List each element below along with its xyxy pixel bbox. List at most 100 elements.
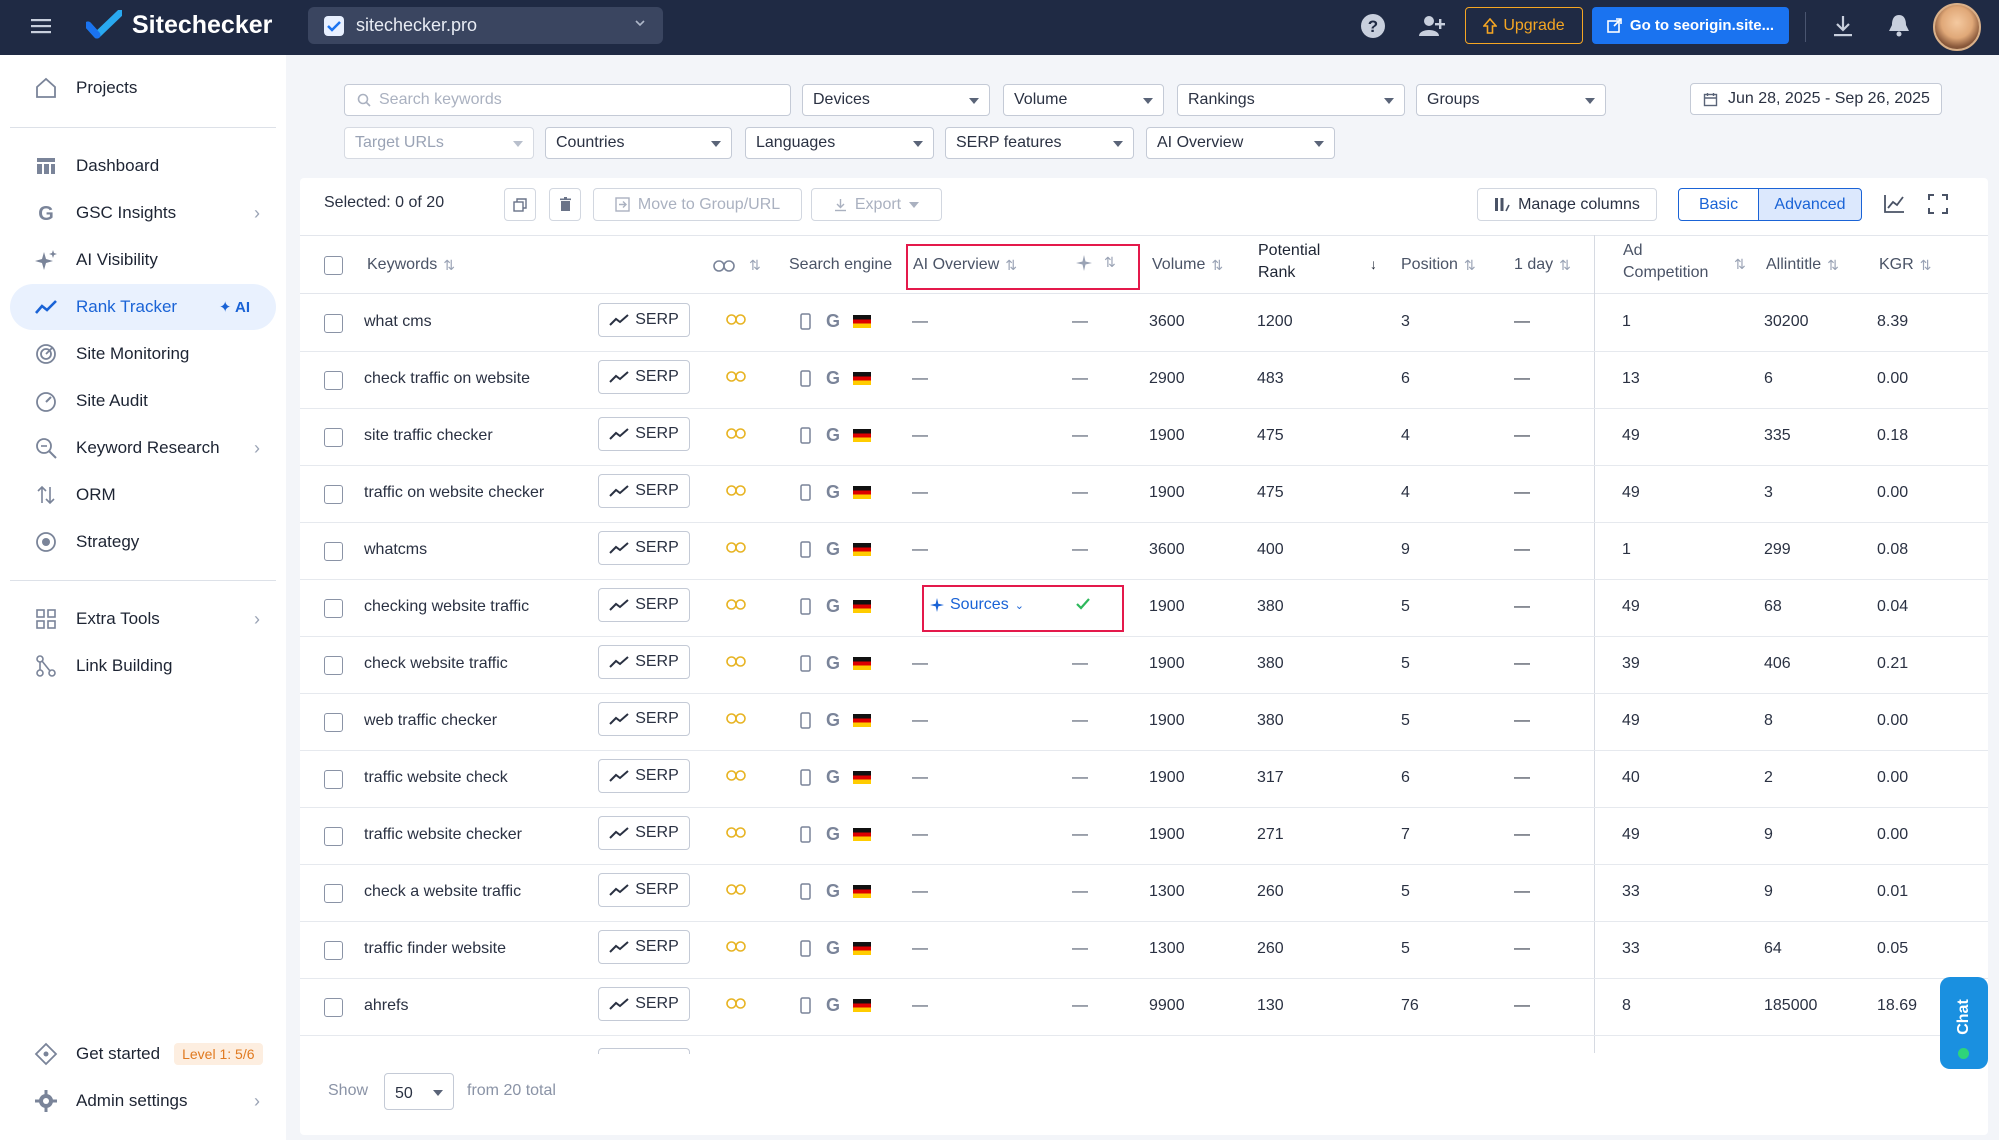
link-icon[interactable] [726, 827, 746, 838]
link-icon[interactable] [726, 314, 746, 325]
keyword-cell[interactable]: traffic website checker [364, 826, 522, 844]
keyword-cell[interactable]: check a website traffic [364, 883, 521, 901]
devices-filter[interactable]: Devices [802, 84, 990, 116]
bell-icon[interactable] [1886, 13, 1914, 41]
keyword-cell[interactable]: traffic finder website [364, 940, 506, 958]
column-link[interactable]: ⇅ [713, 257, 761, 274]
keyword-cell[interactable]: whatcms [364, 541, 427, 559]
copy-button[interactable] [504, 188, 536, 221]
link-icon[interactable] [726, 998, 746, 1009]
sidebar-item-extra-tools[interactable]: Extra Tools › [10, 596, 276, 642]
sidebar-item-orm[interactable]: ORM [10, 472, 276, 518]
serp-button[interactable]: SERP [598, 360, 690, 394]
avatar[interactable] [1933, 3, 1981, 51]
ai-overview-filter[interactable]: AI Overview [1146, 127, 1335, 159]
row-checkbox[interactable] [324, 998, 343, 1017]
column-position[interactable]: Position ⇅ [1401, 256, 1476, 274]
keyword-cell[interactable]: traffic on website checker [364, 484, 544, 502]
row-checkbox[interactable] [324, 941, 343, 960]
sidebar-item-get-started[interactable]: Get started Level 1: 5/6 [10, 1031, 276, 1077]
link-icon[interactable] [726, 656, 746, 667]
keyword-cell[interactable]: what cms [364, 313, 432, 331]
column-volume[interactable]: Volume ⇅ [1152, 256, 1223, 274]
sidebar-item-keyword-research[interactable]: Keyword Research › [10, 425, 276, 471]
fullscreen-icon[interactable] [1928, 194, 1948, 214]
column-ad-competition[interactable]: Ad Competition [1623, 242, 1708, 282]
download-icon[interactable] [1830, 13, 1858, 41]
help-icon[interactable]: ? [1360, 13, 1388, 41]
serp-button[interactable]: SERP [598, 588, 690, 622]
basic-toggle[interactable]: Basic [1678, 188, 1759, 221]
serp-button[interactable]: SERP [598, 474, 690, 508]
rankings-filter[interactable]: Rankings [1177, 84, 1405, 116]
sidebar-item-dashboard[interactable]: Dashboard [10, 143, 276, 189]
link-icon[interactable] [726, 542, 746, 553]
sidebar-item-projects[interactable]: Projects [10, 65, 276, 111]
link-icon[interactable] [726, 485, 746, 496]
logo[interactable]: Sitechecker [86, 10, 272, 40]
row-checkbox[interactable] [324, 314, 343, 333]
go-to-site-button[interactable]: Go to seorigin.site... [1592, 7, 1789, 44]
row-checkbox[interactable] [324, 599, 343, 618]
manage-columns-button[interactable]: Manage columns [1477, 188, 1657, 221]
link-icon[interactable] [726, 884, 746, 895]
countries-filter[interactable]: Countries [545, 127, 732, 159]
sidebar-item-site-audit[interactable]: Site Audit [10, 378, 276, 424]
row-checkbox[interactable] [324, 770, 343, 789]
sidebar-item-site-monitoring[interactable]: Site Monitoring [10, 331, 276, 377]
move-to-group-button[interactable]: Move to Group/URL [593, 188, 802, 221]
row-checkbox[interactable] [324, 656, 343, 675]
keyword-cell[interactable]: ahrefs [364, 997, 408, 1015]
serp-button[interactable]: SERP [598, 930, 690, 964]
link-icon[interactable] [726, 371, 746, 382]
serp-button[interactable]: SERP [598, 816, 690, 850]
keyword-cell[interactable]: site traffic checker [364, 427, 493, 445]
advanced-toggle[interactable]: Advanced [1758, 188, 1862, 221]
link-icon[interactable] [726, 599, 746, 610]
sidebar-item-link-building[interactable]: Link Building [10, 643, 276, 689]
link-icon[interactable] [726, 770, 746, 781]
sidebar-item-ai-visibility[interactable]: AI Visibility [10, 237, 276, 283]
row-checkbox[interactable] [324, 884, 343, 903]
row-checkbox[interactable] [324, 428, 343, 447]
keyword-cell[interactable]: checking website traffic [364, 598, 529, 616]
export-button[interactable]: Export [811, 188, 942, 221]
sidebar-item-strategy[interactable]: Strategy [10, 519, 276, 565]
sort-desc-icon[interactable]: ↓ [1370, 256, 1377, 272]
serp-button[interactable]: SERP [598, 417, 690, 451]
groups-filter[interactable]: Groups [1416, 84, 1606, 116]
sidebar-item-admin-settings[interactable]: Admin settings › [10, 1078, 276, 1124]
column-kgr[interactable]: KGR ⇅ [1879, 256, 1931, 274]
column-allintitle[interactable]: Allintitle ⇅ [1766, 256, 1839, 274]
serp-features-filter[interactable]: SERP features [945, 127, 1134, 159]
keyword-cell[interactable]: check traffic on website [364, 370, 530, 388]
row-checkbox[interactable] [324, 542, 343, 561]
serp-button[interactable]: SERP [598, 531, 690, 565]
serp-button[interactable]: SERP [598, 702, 690, 736]
languages-filter[interactable]: Languages [745, 127, 934, 159]
column-one-day[interactable]: 1 day ⇅ [1514, 256, 1571, 274]
target-urls-filter[interactable]: Target URLs [344, 127, 534, 159]
add-user-icon[interactable] [1418, 13, 1446, 41]
project-selector[interactable]: sitechecker.pro [308, 7, 663, 44]
column-keywords[interactable]: Keywords ⇅ [367, 256, 455, 274]
keyword-cell[interactable]: check website traffic [364, 655, 508, 673]
volume-filter[interactable]: Volume [1003, 84, 1164, 116]
search-input[interactable]: Search keywords [344, 84, 791, 116]
serp-button[interactable]: SERP [598, 645, 690, 679]
column-search-engine[interactable]: Search engine [789, 256, 892, 274]
select-all-checkbox[interactable] [324, 256, 343, 275]
menu-icon[interactable] [30, 15, 52, 37]
date-range-picker[interactable]: Jun 28, 2025 - Sep 26, 2025 [1690, 83, 1942, 115]
row-checkbox[interactable] [324, 713, 343, 732]
link-icon[interactable] [726, 713, 746, 724]
page-size-select[interactable]: 50 [384, 1073, 454, 1110]
sidebar-item-rank-tracker[interactable]: Rank Tracker ✦ AI [10, 284, 276, 330]
sort-icon[interactable]: ⇅ [1734, 256, 1746, 273]
link-icon[interactable] [726, 941, 746, 952]
chat-button[interactable]: Chat [1940, 977, 1988, 1069]
row-checkbox[interactable] [324, 827, 343, 846]
row-checkbox[interactable] [324, 371, 343, 390]
column-potential-rank[interactable]: Potential Rank [1258, 242, 1320, 282]
link-icon[interactable] [726, 428, 746, 439]
